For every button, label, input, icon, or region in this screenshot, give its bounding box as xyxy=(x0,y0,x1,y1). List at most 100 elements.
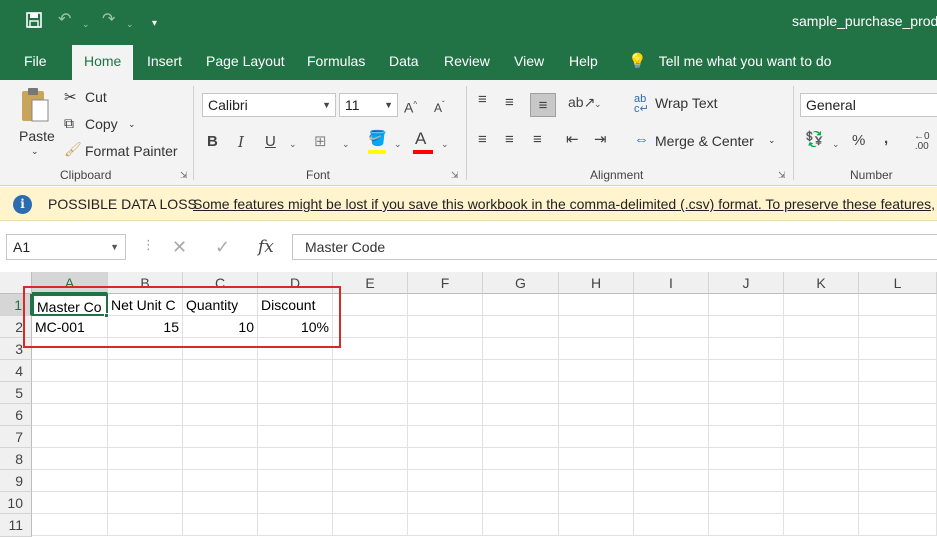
empty-cell[interactable] xyxy=(483,470,559,492)
empty-cell[interactable] xyxy=(108,360,183,382)
align-left-icon[interactable]: ≡ xyxy=(478,130,487,150)
empty-cell[interactable] xyxy=(559,514,634,536)
empty-cell[interactable] xyxy=(258,426,333,448)
row-header[interactable]: 5 xyxy=(0,382,32,404)
empty-cell[interactable] xyxy=(859,316,937,338)
empty-cell[interactable] xyxy=(408,448,483,470)
empty-cell[interactable] xyxy=(183,382,258,404)
empty-cell[interactable] xyxy=(108,404,183,426)
empty-cell[interactable] xyxy=(333,404,408,426)
align-center-icon[interactable]: ≡ xyxy=(505,130,514,150)
empty-cell[interactable] xyxy=(258,382,333,404)
tab-insert[interactable]: Insert xyxy=(147,42,182,80)
empty-cell[interactable] xyxy=(258,404,333,426)
tab-review[interactable]: Review xyxy=(444,42,490,80)
empty-cell[interactable] xyxy=(408,382,483,404)
fill-color-icon[interactable]: 🪣 xyxy=(368,129,387,149)
empty-cell[interactable] xyxy=(333,470,408,492)
empty-cell[interactable] xyxy=(32,404,108,426)
empty-cell[interactable] xyxy=(859,338,937,360)
empty-cell[interactable] xyxy=(784,294,859,316)
copy-dropdown-icon[interactable]: ⌄ xyxy=(128,119,136,130)
empty-cell[interactable] xyxy=(183,426,258,448)
decrease-indent-icon[interactable]: ⇤ xyxy=(566,130,579,150)
row-header[interactable]: 8 xyxy=(0,448,32,470)
empty-cell[interactable] xyxy=(108,426,183,448)
font-size-select[interactable]: 11 ▼ xyxy=(339,93,398,117)
clipboard-launcher-icon[interactable]: ⇲ xyxy=(180,170,188,181)
empty-cell[interactable] xyxy=(408,404,483,426)
empty-cell[interactable] xyxy=(333,294,408,316)
row-header[interactable]: 7 xyxy=(0,426,32,448)
underline-button[interactable]: U xyxy=(265,132,276,152)
empty-cell[interactable] xyxy=(859,404,937,426)
customize-quick-access-icon[interactable]: ▾ xyxy=(152,14,157,34)
row-header[interactable]: 11 xyxy=(0,514,32,537)
empty-cell[interactable] xyxy=(559,404,634,426)
empty-cell[interactable] xyxy=(709,382,784,404)
empty-cell[interactable] xyxy=(634,382,709,404)
empty-cell[interactable] xyxy=(32,514,108,536)
empty-cell[interactable] xyxy=(333,492,408,514)
empty-cell[interactable] xyxy=(859,294,937,316)
empty-cell[interactable] xyxy=(634,316,709,338)
copy-button[interactable]: Copy xyxy=(85,116,118,132)
empty-cell[interactable] xyxy=(333,426,408,448)
tab-help[interactable]: Help xyxy=(569,42,598,80)
empty-cell[interactable] xyxy=(483,382,559,404)
empty-cell[interactable] xyxy=(258,360,333,382)
empty-cell[interactable] xyxy=(32,448,108,470)
tell-me-search[interactable]: 💡 Tell me what you want to do xyxy=(628,42,831,80)
empty-cell[interactable] xyxy=(483,294,559,316)
empty-cell[interactable] xyxy=(559,470,634,492)
empty-cell[interactable] xyxy=(559,294,634,316)
column-header[interactable]: K xyxy=(784,272,859,294)
empty-cell[interactable] xyxy=(333,360,408,382)
empty-cell[interactable] xyxy=(483,448,559,470)
fill-handle[interactable] xyxy=(104,313,109,318)
empty-cell[interactable] xyxy=(108,492,183,514)
empty-cell[interactable] xyxy=(183,404,258,426)
empty-cell[interactable] xyxy=(634,294,709,316)
tab-file[interactable]: File xyxy=(24,42,47,80)
empty-cell[interactable] xyxy=(559,360,634,382)
empty-cell[interactable] xyxy=(559,316,634,338)
orientation-icon[interactable]: ab↗ xyxy=(568,92,595,112)
orientation-dropdown-icon[interactable]: ⌄ xyxy=(594,94,602,114)
accounting-dropdown-icon[interactable]: ⌄ xyxy=(832,134,840,154)
empty-cell[interactable] xyxy=(784,338,859,360)
empty-cell[interactable] xyxy=(183,514,258,536)
column-header[interactable]: E xyxy=(333,272,408,294)
paste-icon[interactable] xyxy=(20,86,50,127)
alignment-launcher-icon[interactable]: ⇲ xyxy=(778,170,786,181)
empty-cell[interactable] xyxy=(709,360,784,382)
empty-cell[interactable] xyxy=(634,426,709,448)
empty-cell[interactable] xyxy=(634,338,709,360)
empty-cell[interactable] xyxy=(183,470,258,492)
empty-cell[interactable] xyxy=(634,470,709,492)
empty-cell[interactable] xyxy=(559,492,634,514)
empty-cell[interactable] xyxy=(483,514,559,536)
empty-cell[interactable] xyxy=(108,514,183,536)
empty-cell[interactable] xyxy=(559,382,634,404)
align-bottom-icon[interactable]: ≡ xyxy=(530,93,556,117)
empty-cell[interactable] xyxy=(258,514,333,536)
format-painter-button[interactable]: Format Painter xyxy=(85,143,178,159)
empty-cell[interactable] xyxy=(408,360,483,382)
empty-cell[interactable] xyxy=(183,492,258,514)
empty-cell[interactable] xyxy=(784,514,859,536)
empty-cell[interactable] xyxy=(258,492,333,514)
empty-cell[interactable] xyxy=(559,338,634,360)
number-format-select[interactable]: General xyxy=(800,93,937,117)
empty-cell[interactable] xyxy=(32,360,108,382)
comma-style-button[interactable]: , xyxy=(884,129,888,149)
row-header[interactable]: 10 xyxy=(0,492,32,514)
empty-cell[interactable] xyxy=(859,382,937,404)
empty-cell[interactable] xyxy=(784,404,859,426)
borders-icon[interactable]: ⊞ xyxy=(314,132,327,152)
empty-cell[interactable] xyxy=(483,492,559,514)
empty-cell[interactable] xyxy=(784,382,859,404)
empty-cell[interactable] xyxy=(32,470,108,492)
borders-dropdown-icon[interactable]: ⌄ xyxy=(342,134,350,154)
empty-cell[interactable] xyxy=(634,360,709,382)
